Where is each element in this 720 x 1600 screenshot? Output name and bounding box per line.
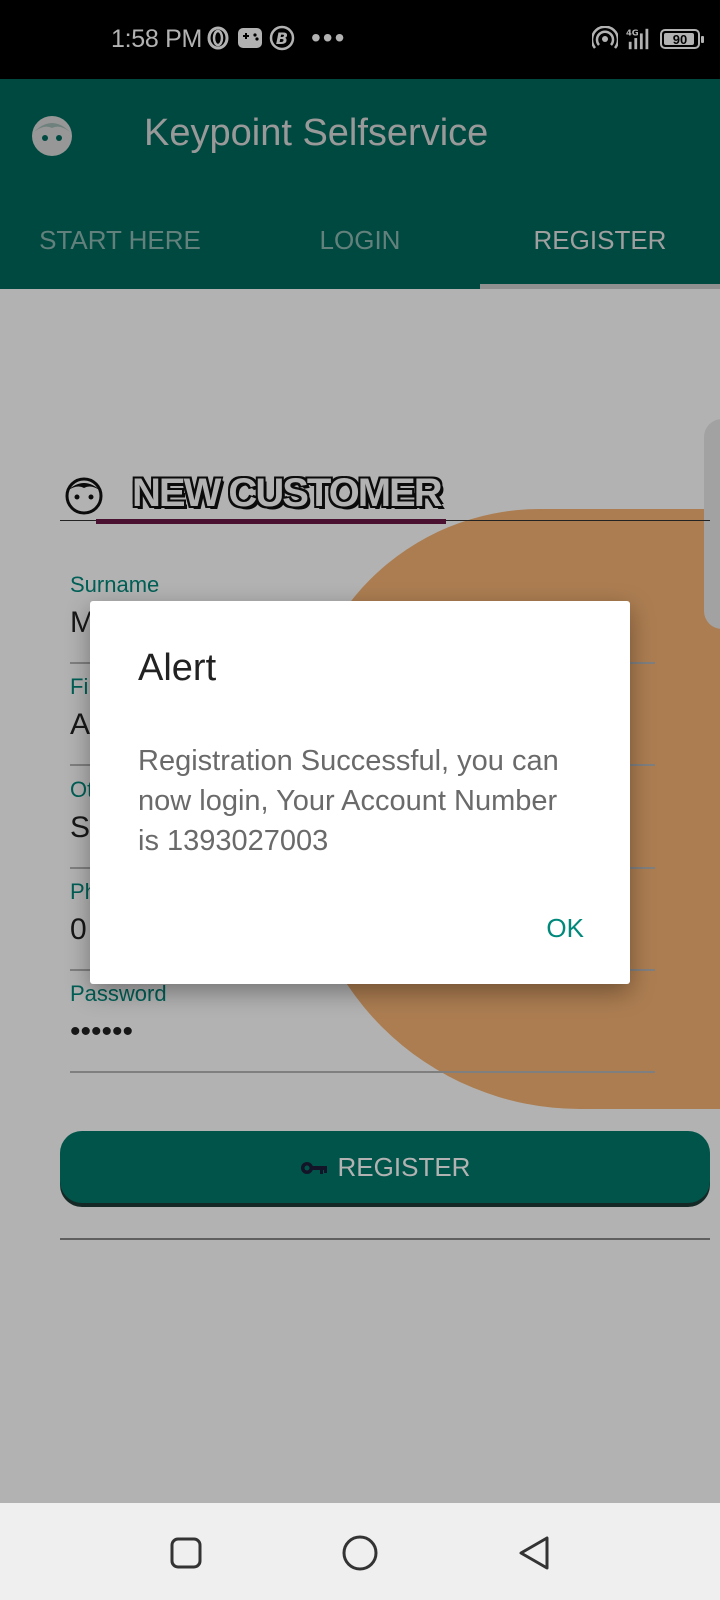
back-icon[interactable]	[514, 1533, 554, 1573]
ok-button[interactable]: OK	[546, 913, 584, 944]
home-icon[interactable]	[340, 1533, 380, 1573]
alert-dialog: Alert Registration Successful, you can n…	[90, 601, 630, 984]
dialog-title: Alert	[138, 647, 217, 689]
dialog-message: Registration Successful, you can now log…	[138, 745, 559, 857]
system-nav-bar	[0, 1503, 720, 1600]
recents-icon[interactable]	[166, 1533, 206, 1573]
